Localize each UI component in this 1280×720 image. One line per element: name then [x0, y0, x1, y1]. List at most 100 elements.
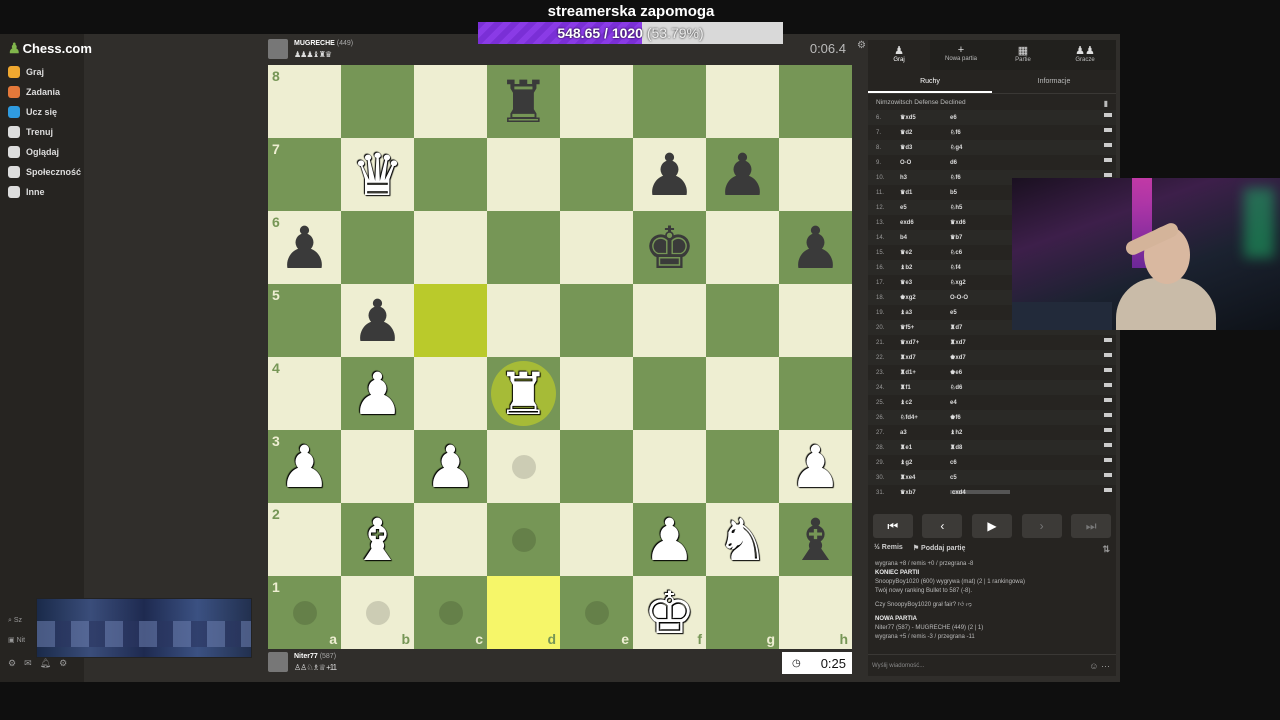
- square-h4[interactable]: [779, 357, 852, 430]
- square-h8[interactable]: [779, 65, 852, 138]
- white-knight-icon[interactable]: ♞: [717, 511, 769, 569]
- gear-icon[interactable]: ⚙: [59, 658, 67, 669]
- square-e7[interactable]: [560, 138, 633, 211]
- move-hint-dot[interactable]: [365, 600, 390, 625]
- player-name[interactable]: Niter77 (587): [294, 653, 336, 660]
- first-move-button[interactable]: ⏮: [872, 514, 913, 538]
- white-move[interactable]: ♝b2: [900, 264, 950, 271]
- white-move[interactable]: ♛xd5: [900, 114, 950, 121]
- black-move[interactable]: ♘g4: [950, 144, 1010, 151]
- sidebar-item[interactable]: Społeczność: [0, 162, 84, 182]
- white-move[interactable]: ♜xd7: [900, 354, 950, 361]
- white-move[interactable]: ♜d1+: [900, 369, 950, 376]
- move-hint-dot[interactable]: [438, 600, 463, 625]
- sidebar-item[interactable]: Trenuj: [0, 122, 84, 142]
- square-d7[interactable]: [487, 138, 560, 211]
- black-move[interactable]: c6: [950, 460, 1010, 466]
- move-hint-dot[interactable]: [511, 454, 536, 479]
- white-move[interactable]: O-O: [900, 160, 950, 166]
- black-move[interactable]: ♘d6: [950, 384, 1010, 391]
- last-move-button[interactable]: ⏭: [1071, 514, 1112, 538]
- black-move[interactable]: ♘f4: [950, 264, 1010, 271]
- square-c6[interactable]: [414, 211, 487, 284]
- black-move[interactable]: O-O-O: [950, 295, 1010, 301]
- bell-icon[interactable]: 🔔︎: [40, 658, 51, 669]
- square-a2[interactable]: 2: [268, 503, 341, 576]
- square-e4[interactable]: [560, 357, 633, 430]
- black-move[interactable]: e5: [950, 310, 1010, 316]
- white-pawn-icon[interactable]: ♟: [425, 438, 477, 496]
- black-move[interactable]: ♝h2: [950, 429, 1010, 436]
- white-pawn-icon[interactable]: ♟: [790, 438, 842, 496]
- square-g8[interactable]: [706, 65, 779, 138]
- square-a1[interactable]: 1a: [268, 576, 341, 649]
- black-move[interactable]: ♘f6: [950, 129, 1010, 136]
- white-move[interactable]: ♛d2: [900, 129, 950, 136]
- square-f8[interactable]: [633, 65, 706, 138]
- square-h1[interactable]: h: [779, 576, 852, 649]
- chess-board[interactable]: 8 ♜ 7 ♛ ♟ ♟ 6 ♟ ♚ ♟ 5 ♟ 4 ♟ ♜ 3 ♟ ♟ ♟ 2 ♝ ♟ ♞ ♝ 1 a b c d e f ♚ g h: [268, 65, 852, 649]
- next-move-button[interactable]: ›: [1021, 514, 1062, 538]
- square-c1[interactable]: c: [414, 576, 487, 649]
- white-move[interactable]: ♝a3: [900, 309, 950, 316]
- white-move[interactable]: ♛d3: [900, 144, 950, 151]
- square-h6[interactable]: ♟: [779, 211, 852, 284]
- white-move[interactable]: ♜e1: [900, 444, 950, 451]
- square-b1[interactable]: b: [341, 576, 414, 649]
- square-f2[interactable]: ♟: [633, 503, 706, 576]
- square-d5[interactable]: [487, 284, 560, 357]
- square-c4[interactable]: [414, 357, 487, 430]
- panel-tab[interactable]: ♟♟ Gracze: [1054, 40, 1116, 70]
- black-move[interactable]: ♛b7: [950, 234, 1010, 241]
- white-queen-icon[interactable]: ♛: [352, 146, 404, 204]
- settings-icon[interactable]: ⚙: [8, 658, 16, 669]
- square-b2[interactable]: ♝: [341, 503, 414, 576]
- black-move[interactable]: cxd4: [950, 489, 1010, 494]
- thumbs-down-icon[interactable]: 👎︎: [966, 602, 972, 608]
- white-move[interactable]: a3: [900, 430, 950, 436]
- black-move[interactable]: ♚xd7: [950, 354, 1010, 361]
- panel-tab[interactable]: ▦ Partie: [992, 40, 1054, 70]
- square-c5[interactable]: [414, 284, 487, 357]
- square-g4[interactable]: [706, 357, 779, 430]
- black-pawn-icon[interactable]: ♟: [644, 146, 696, 204]
- white-move[interactable]: ♝g2: [900, 459, 950, 466]
- black-move[interactable]: ♘xg2: [950, 279, 1010, 286]
- black-move[interactable]: ♚f6: [950, 414, 1010, 421]
- panel-tab[interactable]: ♟ Graj: [868, 40, 930, 70]
- square-h3[interactable]: ♟: [779, 430, 852, 503]
- square-d2[interactable]: [487, 503, 560, 576]
- square-e3[interactable]: [560, 430, 633, 503]
- black-move[interactable]: d6: [950, 160, 1010, 166]
- white-move[interactable]: ♛e3: [900, 279, 950, 286]
- prev-move-button[interactable]: ‹: [922, 514, 963, 538]
- white-king-icon[interactable]: ♚: [644, 584, 696, 642]
- opponent-name[interactable]: MUGRECHE (449): [294, 40, 353, 47]
- black-move[interactable]: ♘h5: [950, 204, 1010, 211]
- mail-icon[interactable]: ✉: [24, 658, 32, 669]
- white-move[interactable]: b4: [900, 235, 950, 241]
- square-a4[interactable]: 4: [268, 357, 341, 430]
- black-pawn-icon[interactable]: ♟: [279, 219, 331, 277]
- white-pawn-icon[interactable]: ♟: [352, 365, 404, 423]
- square-g6[interactable]: [706, 211, 779, 284]
- white-move[interactable]: ♜f1: [900, 384, 950, 391]
- black-pawn-icon[interactable]: ♟: [352, 292, 404, 350]
- sidebar-item[interactable]: Inne: [0, 182, 84, 202]
- sidebar-item[interactable]: Oglądaj: [0, 142, 84, 162]
- black-pawn-icon[interactable]: ♟: [717, 146, 769, 204]
- square-e8[interactable]: [560, 65, 633, 138]
- black-move[interactable]: ♛xd6: [950, 219, 1010, 226]
- black-bishop-icon[interactable]: ♝: [790, 511, 842, 569]
- square-a3[interactable]: 3 ♟: [268, 430, 341, 503]
- thumbs-up-icon[interactable]: 👍︎: [958, 602, 964, 608]
- chat-input[interactable]: Wyślij wiadomość... ☺ ⋯: [868, 654, 1116, 676]
- white-move[interactable]: ♛xd7+: [900, 339, 950, 346]
- square-b7[interactable]: ♛: [341, 138, 414, 211]
- sidebar-user[interactable]: ▣ Nit: [8, 636, 25, 644]
- emoji-icon[interactable]: ☺ ⋯: [1089, 655, 1110, 677]
- white-move[interactable]: ♛d1: [900, 189, 950, 196]
- flip-board-icon[interactable]: ⇅: [1102, 544, 1110, 555]
- black-move[interactable]: c5: [950, 475, 1010, 481]
- tab-info[interactable]: Informacje: [992, 70, 1116, 93]
